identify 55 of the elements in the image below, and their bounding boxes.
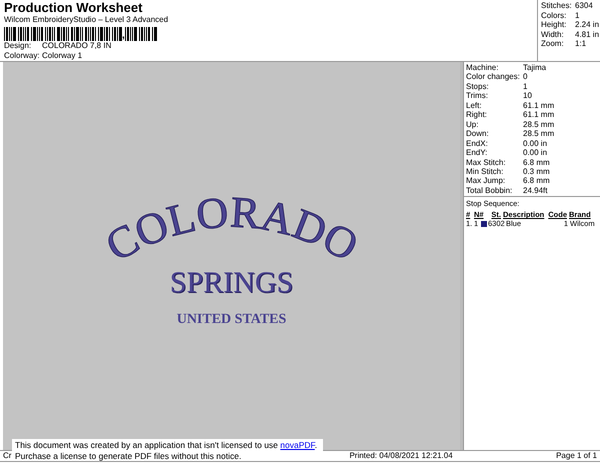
detail-value: Tajima	[523, 63, 546, 72]
barcode	[124, 27, 157, 41]
print-date: Printed: 04/08/2021 12:21.04	[349, 451, 454, 461]
detail-label: Machine:	[466, 63, 500, 72]
detail-label: Left:	[466, 100, 483, 110]
field-label: Design:	[4, 41, 32, 51]
detail-label: Total Bobbin:	[466, 186, 514, 196]
design-text: UNITED STATES	[176, 312, 286, 328]
stat-value: 4.81 in	[575, 30, 600, 39]
document-title: Production Worksheet	[4, 0, 144, 15]
detail-value: 28.5 mm	[523, 129, 554, 139]
footer-text: Cr	[3, 451, 12, 461]
field-value: COLORADO 7,8 IN	[42, 41, 112, 51]
detail-value: 28.5 mm	[523, 120, 554, 130]
field-label: Colorway:	[4, 51, 41, 61]
notice-text: Purchase a license to generate PDF files without this notice.	[15, 450, 242, 461]
detail-label: EndX:	[466, 138, 489, 148]
stat-value: 6304	[575, 1, 593, 10]
detail-value: 6.8 mm	[523, 176, 550, 186]
novapdf-link[interactable]: novaPDF	[280, 440, 315, 450]
design-text: COLORADO	[97, 188, 366, 262]
stat-label: Height:	[541, 20, 568, 30]
stat-label: Zoom:	[541, 39, 565, 48]
detail-label: Min Stitch:	[466, 166, 504, 176]
detail-value: 24.94ft	[523, 186, 548, 196]
software-name: Wilcom EmbroideryStudio – Level 3 Advanced	[4, 15, 170, 25]
detail-value: 0.3 mm	[523, 166, 550, 176]
detail-value: 6.8 mm	[523, 158, 550, 167]
detail-value: 61.1 mm	[523, 110, 554, 120]
stat-value: 1	[575, 10, 580, 20]
detail-label: EndY:	[466, 148, 488, 158]
stat-label: Colors:	[541, 10, 568, 20]
detail-label: Stops:	[466, 82, 490, 92]
detail-value: 0.00 in	[523, 148, 548, 158]
design-text: SPRINGS	[170, 266, 294, 300]
page-number: Page 1 of 1	[556, 451, 597, 461]
detail-value: 10	[523, 91, 532, 101]
barcode-text: ,	[122, 31, 125, 41]
detail-value: 0	[523, 72, 528, 82]
detail-label: Max Stitch:	[466, 158, 507, 167]
detail-label: Down:	[466, 129, 490, 139]
detail-label: Up:	[466, 120, 480, 130]
detail-value: 1	[523, 82, 528, 92]
field-value: Colorway 1	[42, 51, 82, 61]
stat-label: Width:	[541, 30, 565, 39]
detail-label: Trims:	[466, 91, 489, 101]
detail-value: 61.1 mm	[523, 100, 554, 110]
stat-label: Stitches:	[541, 1, 573, 10]
detail-value: 0.00 in	[523, 138, 548, 148]
stat-value: 2.24 in	[575, 20, 600, 30]
stat-value: 1:1	[575, 39, 586, 48]
notice-text: This document was created by an application that isn't licensed to use novaPDF.	[15, 440, 318, 450]
detail-label: Color changes:	[466, 72, 521, 82]
detail-label: Right:	[466, 110, 488, 120]
detail-label: Max Jump:	[466, 176, 506, 186]
